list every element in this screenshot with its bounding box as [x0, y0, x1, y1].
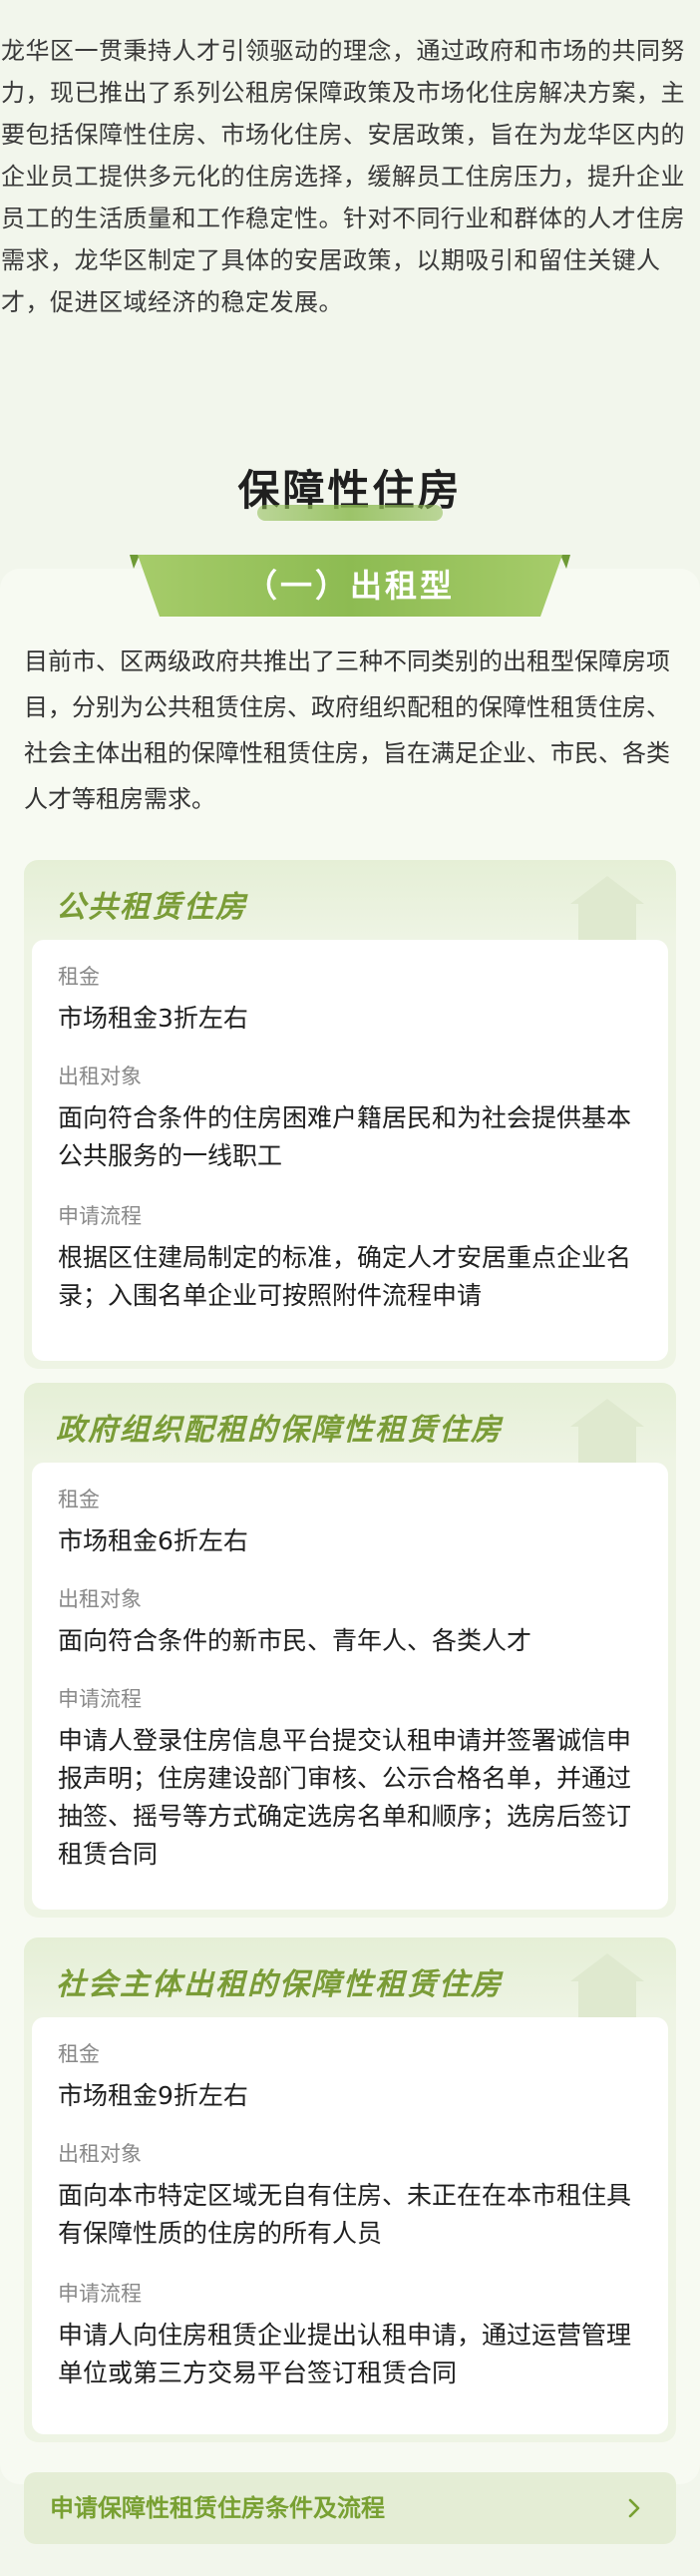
- field-label: 出租对象: [58, 1587, 142, 1611]
- field-label: 出租对象: [58, 1065, 142, 1088]
- housing-card: 政府组织配租的保障性租赁住房 租金 市场租金6折左右 出租对象 面向符合条件的新…: [24, 1383, 676, 1918]
- field-label: 租金: [58, 1488, 100, 1511]
- field-value: 市场租金6折左右: [58, 1526, 248, 1555]
- apply-link-label: 申请保障性租赁住房条件及流程: [50, 2494, 385, 2522]
- rent-field: 租金 市场租金6折左右: [58, 1485, 646, 1560]
- field-value: 申请人登录住房信息平台提交认租申请并签署诚信申报声明；住房建设部门审核、公示合格…: [58, 1726, 632, 1869]
- card-title: 政府组织配租的保障性租赁住房: [56, 1413, 503, 1448]
- rent-field: 租金 市场租金3折左右: [58, 962, 646, 1038]
- apply-conditions-link[interactable]: 申请保障性租赁住房条件及流程: [24, 2472, 676, 2544]
- chevron-right-icon: [628, 2498, 640, 2518]
- field-value: 面向本市特定区域无自有住房、未正在在本市租住具有保障性质的住房的所有人员: [58, 2181, 632, 2248]
- rent-field: 租金 市场租金9折左右: [58, 2039, 646, 2115]
- card-body: 租金 市场租金6折左右 出租对象 面向符合条件的新市民、青年人、各类人才 申请流…: [32, 1463, 668, 1910]
- card-header: 社会主体出租的保障性租赁住房: [24, 1937, 676, 2017]
- card-title: 公共租赁住房: [56, 890, 247, 925]
- field-value: 申请人向住房租赁企业提出认租申请，通过运营管理单位或第三方交易平台签订租赁合同: [58, 2321, 632, 2387]
- intro-paragraph: 龙华区一贯秉持人才引领驱动的理念，通过政府和市场的共同努力，现已推出了系列公租房…: [1, 37, 685, 316]
- subsection-ribbon: （一）出租型: [130, 555, 570, 617]
- field-label: 租金: [58, 2042, 100, 2066]
- field-label: 申请流程: [58, 2282, 142, 2306]
- field-label: 租金: [58, 965, 100, 989]
- target-field: 出租对象 面向符合条件的新市民、青年人、各类人才: [58, 1584, 646, 1660]
- title-underline: [257, 505, 443, 521]
- house-icon: [570, 1399, 644, 1463]
- subsection-label: （一）出租型: [244, 567, 455, 605]
- card-header: 政府组织配租的保障性租赁住房: [24, 1383, 676, 1463]
- field-label: 申请流程: [58, 1687, 142, 1711]
- field-label: 申请流程: [58, 1204, 142, 1228]
- target-field: 出租对象 面向符合条件的住房困难户籍居民和为社会提供基本公共服务的一线职工: [58, 1062, 646, 1175]
- target-field: 出租对象 面向本市特定区域无自有住房、未正在在本市租住具有保障性质的住房的所有人…: [58, 2139, 646, 2253]
- process-field: 申请流程 根据区住建局制定的标准，确定人才安居重点企业名录；入围名单企业可按照附…: [58, 1201, 646, 1315]
- field-label: 出租对象: [58, 2142, 142, 2166]
- field-value: 市场租金9折左右: [58, 2081, 248, 2110]
- house-icon: [570, 1953, 644, 2017]
- process-field: 申请流程 申请人向住房租赁企业提出认租申请，通过运营管理单位或第三方交易平台签订…: [58, 2279, 646, 2392]
- field-value: 市场租金3折左右: [58, 1004, 248, 1033]
- housing-card: 公共租赁住房 租金 市场租金3折左右 出租对象 面向符合条件的住房困难户籍居民和…: [24, 860, 676, 1369]
- card-body: 租金 市场租金9折左右 出租对象 面向本市特定区域无自有住房、未正在在本市租住具…: [32, 2017, 668, 2434]
- house-icon: [570, 876, 644, 940]
- description-paragraph: 目前市、区两级政府共推出了三种不同类别的出租型保障房项目，分别为公共租赁住房、政…: [24, 647, 670, 813]
- field-value: 面向符合条件的住房困难户籍居民和为社会提供基本公共服务的一线职工: [58, 1103, 632, 1170]
- housing-card: 社会主体出租的保障性租赁住房 租金 市场租金9折左右 出租对象 面向本市特定区域…: [24, 1937, 676, 2442]
- card-header: 公共租赁住房: [24, 860, 676, 940]
- field-value: 面向符合条件的新市民、青年人、各类人才: [58, 1626, 532, 1655]
- process-field: 申请流程 申请人登录住房信息平台提交认租申请并签署诚信申报声明；住房建设部门审核…: [58, 1684, 646, 1874]
- card-title: 社会主体出租的保障性租赁住房: [56, 1967, 503, 2002]
- card-body: 租金 市场租金3折左右 出租对象 面向符合条件的住房困难户籍居民和为社会提供基本…: [32, 940, 668, 1361]
- field-value: 根据区住建局制定的标准，确定人才安居重点企业名录；入围名单企业可按照附件流程申请: [58, 1243, 632, 1310]
